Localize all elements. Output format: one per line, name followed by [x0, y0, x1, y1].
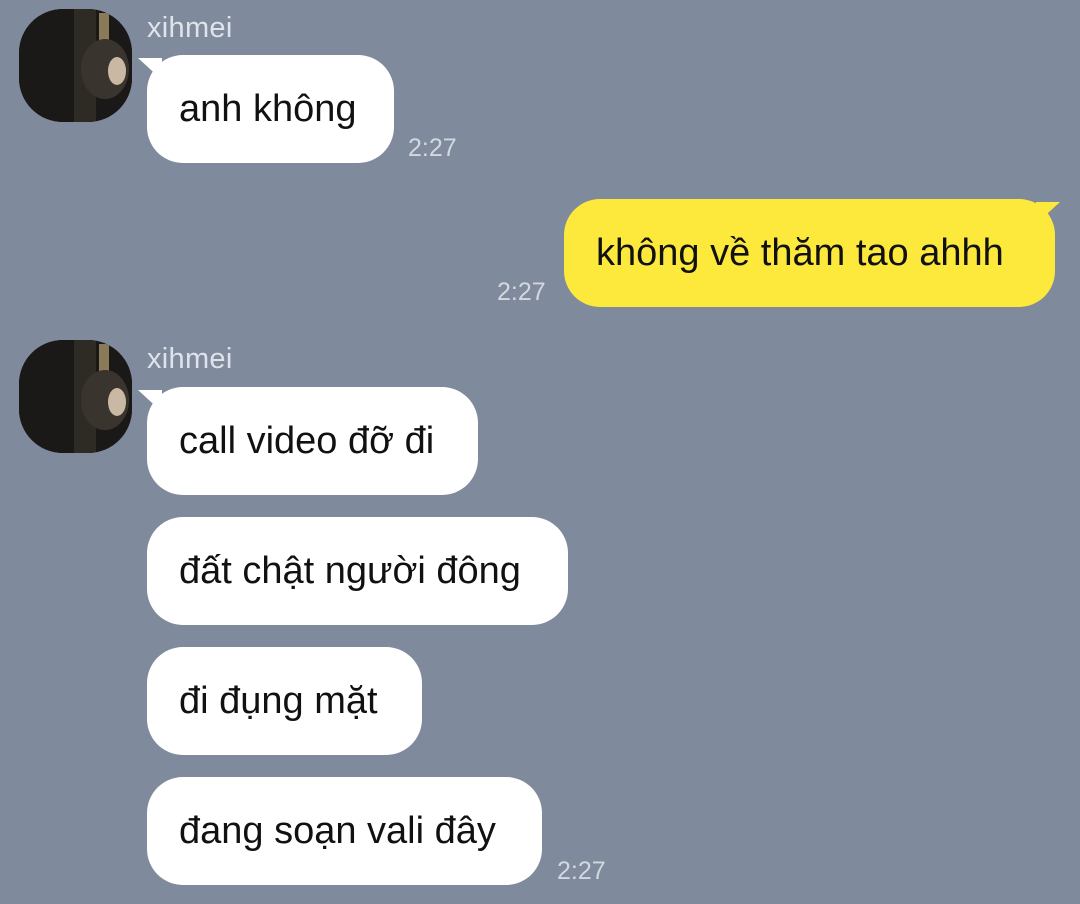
message-timestamp: 2:27 [557, 857, 606, 885]
message-bubble-incoming[interactable]: call video đỡ đi [147, 387, 478, 495]
message-bubble-incoming[interactable]: đang soạn vali đây [147, 777, 542, 885]
message-text: anh không [179, 87, 357, 130]
message-bubble-incoming[interactable]: đất chật người đông [147, 517, 568, 625]
message-text: đất chật người đông [179, 549, 521, 592]
avatar-photo [19, 340, 132, 453]
message-bubble-incoming[interactable]: anh không [147, 55, 394, 163]
avatar[interactable] [19, 9, 132, 122]
message-timestamp: 2:27 [408, 134, 457, 162]
avatar[interactable] [19, 340, 132, 453]
message-bubble-incoming[interactable]: đi đụng mặt [147, 647, 422, 755]
message-text: không về thăm tao ahhh [596, 231, 1004, 274]
avatar-photo [19, 9, 132, 122]
message-bubble-outgoing[interactable]: không về thăm tao ahhh [564, 199, 1055, 307]
message-text: đi đụng mặt [179, 679, 378, 722]
message-text: đang soạn vali đây [179, 809, 496, 852]
bubble-tail [1036, 202, 1060, 224]
message-timestamp: 2:27 [497, 278, 546, 306]
message-text: call video đỡ đi [179, 419, 435, 462]
sender-name: xihmei [147, 12, 233, 44]
sender-name: xihmei [147, 343, 233, 375]
